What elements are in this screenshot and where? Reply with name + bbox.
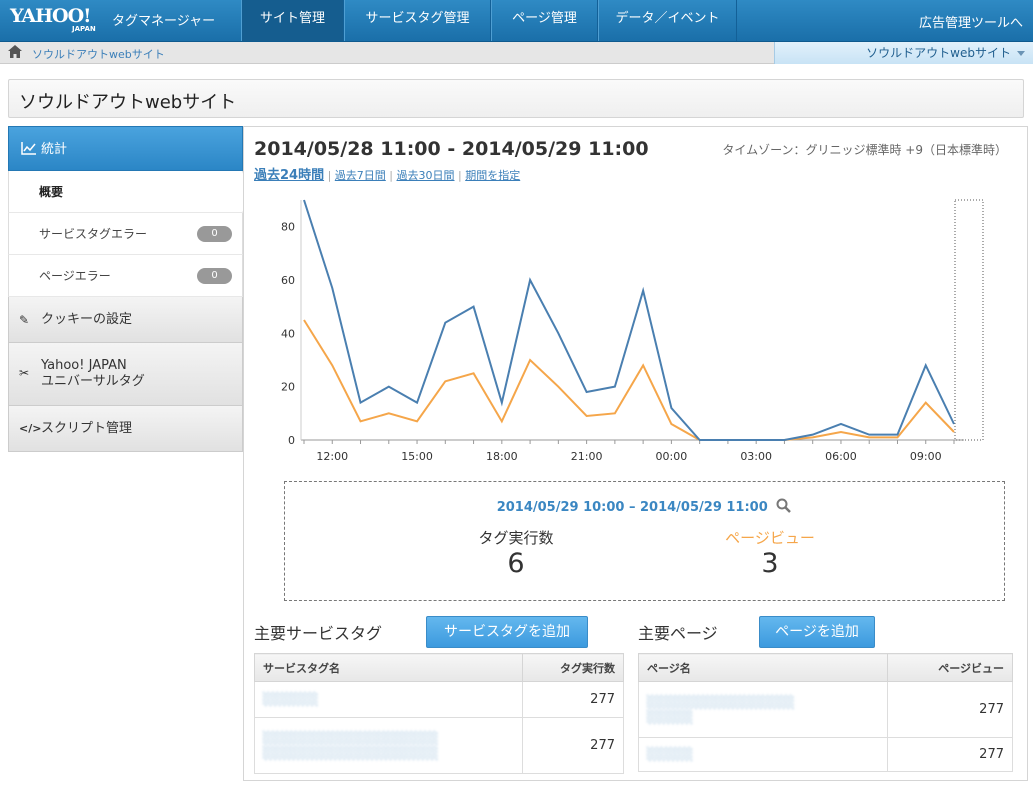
period-24h-link[interactable]: 過去24時間 (254, 168, 324, 183)
y-tick-label: 20 (281, 381, 295, 394)
product-name: タグマネージャー (112, 14, 216, 29)
sidebar-item-label: クッキーの設定 (41, 312, 133, 327)
date-range-title: 2014/05/28 11:00 - 2014/05/29 11:00 (254, 138, 649, 160)
sidebar-item-label-2: ユニバーサルタグ (41, 374, 145, 389)
x-tick-label: 03:00 (740, 450, 772, 463)
service-tags-table: サービスタグ名 タグ実行数 ░░░░░░ 277 ░░░░░░░░░░░░░░░… (253, 653, 624, 774)
scissors-icon: ✂ (19, 366, 30, 380)
site-selector-value: ソウルドアウトwebサイト (866, 46, 1011, 60)
sidebar-item-label: 統計 (41, 142, 68, 157)
logo-sub: JAPAN (72, 25, 96, 33)
x-tick-label: 00:00 (656, 450, 688, 463)
sidebar-item-page-errors[interactable]: ページエラー 0 (8, 255, 243, 297)
tag-exec-series-line (303, 199, 955, 441)
count-cell: 277 (886, 681, 1014, 738)
count-cell: 277 (522, 717, 624, 774)
hour-summary-box: 2014/05/29 10:00 – 2014/05/29 11:00 タグ実行… (284, 481, 1005, 601)
sidebar-item-label: スクリプト管理 (41, 421, 133, 436)
pencil-icon: ✎ (19, 313, 30, 327)
sidebar-item-script-management[interactable]: </> スクリプト管理 (8, 406, 243, 452)
period-custom-link[interactable]: 期間を指定 (465, 169, 520, 182)
table-row[interactable]: ░░░░░░ 277 (253, 681, 624, 718)
sidebar-item-label: Yahoo! JAPAN (41, 358, 127, 373)
table-row[interactable]: ░░░░░ 277 (638, 737, 1014, 772)
tab-site-management[interactable]: サイト管理 (241, 0, 344, 41)
summary-range: 2014/05/29 10:00 – 2014/05/29 11:00 (285, 498, 1004, 515)
column-header[interactable]: サービスタグ名 (253, 653, 524, 682)
y-tick-label: 40 (281, 327, 295, 340)
ad-tool-link[interactable]: 広告管理ツールへ (919, 12, 1023, 31)
count-cell: 277 (886, 737, 1014, 772)
sidebar-item-label: サービスタグエラー (39, 227, 148, 241)
tag-exec-label: タグ実行数 (478, 529, 554, 547)
redacted-text: ░░░░░░░░░░░░░░░░░░░ ░░░░░░░░░░░░░░░░░░░ (263, 730, 439, 760)
breadcrumb: ソウルドアウトwebサイト ソウルドアウトwebサイト (0, 42, 1033, 64)
site-selector[interactable]: ソウルドアウトwebサイト (774, 42, 1033, 64)
x-tick-label: 09:00 (910, 450, 942, 463)
page-name-cell[interactable]: ░░░░░░░░░░░░░░░░ ░░░░░ (638, 681, 888, 738)
table-row[interactable]: ░░░░░░░░░░░░░░░░░░░ ░░░░░░░░░░░░░░░░░░░ 2… (253, 717, 624, 774)
page-title: ソウルドアウトwebサイト (19, 92, 237, 113)
tag-name-cell[interactable]: ░░░░░░░░░░░░░░░░░░░ ░░░░░░░░░░░░░░░░░░░ (253, 717, 524, 774)
tag-exec-value: 6 (507, 548, 525, 579)
y-tick-label: 0 (288, 434, 295, 447)
redacted-text: ░░░░░░░░░░░░░░░░ ░░░░░ (647, 694, 795, 724)
table-row[interactable]: ░░░░░░░░░░░░░░░░ ░░░░░ 277 (638, 681, 1014, 738)
add-page-button[interactable]: ページを追加 (759, 616, 875, 648)
chart-icon (21, 142, 36, 155)
timezone-label: タイムゾーン：グリニッジ標準時 +9（日本標準時） (722, 143, 1007, 157)
sidebar-item-service-tag-errors[interactable]: サービスタグエラー 0 (8, 213, 243, 255)
column-header[interactable]: ページビュー (886, 653, 1014, 682)
pages-table: ページ名 ページビュー ░░░░░░░░░░░░░░░░ ░░░░░ 277 ░░… (638, 653, 1014, 772)
x-tick-label: 06:00 (825, 450, 857, 463)
stats-line-chart: 0 20 40 60 80 12:00 15:00 18:00 21:00 00:00 03:00 0… (281, 199, 984, 463)
count-badge: 0 (197, 268, 232, 284)
hover-highlight-box (954, 199, 984, 441)
column-header[interactable]: タグ実行数 (522, 653, 624, 682)
top-nav-bar: YAHOO! JAPAN タグマネージャー サイト管理 サービスタグ管理 ページ… (0, 0, 1033, 42)
tab-data-event[interactable]: データ／イベント (598, 0, 737, 41)
period-7d-link[interactable]: 過去7日間 (335, 169, 386, 182)
sidebar-item-stats[interactable]: 統計 (8, 126, 243, 171)
column-header[interactable]: ページ名 (638, 653, 888, 682)
x-tick-label: 21:00 (571, 450, 603, 463)
page-title-panel: ソウルドアウトwebサイト (8, 79, 1024, 118)
breadcrumb-site-link[interactable]: ソウルドアウトwebサイト (32, 46, 165, 62)
sidebar-item-overview[interactable]: 概要 (8, 171, 251, 213)
tag-name-cell[interactable]: ░░░░░░ (253, 681, 524, 718)
period-selector: 過去24時間 | 過去7日間 | 過去30日間 | 期間を指定 (254, 168, 521, 183)
sidebar-item-label: ページエラー (39, 269, 111, 283)
logo-main: YAHOO! (10, 5, 91, 27)
home-icon[interactable] (8, 45, 22, 58)
redacted-text: ░░░░░ (647, 747, 694, 761)
pageview-value: 3 (761, 548, 779, 579)
yahoo-logo[interactable]: YAHOO! JAPAN タグマネージャー (10, 5, 215, 33)
sidebar-item-cookie-settings[interactable]: ✎ クッキーの設定 (8, 297, 243, 343)
y-tick-label: 60 (281, 274, 295, 287)
stats-panel: 2014/05/28 11:00 - 2014/05/29 11:00 タイムゾ… (243, 126, 1028, 781)
count-cell: 277 (522, 681, 624, 718)
summary-range-text: 2014/05/29 10:00 – 2014/05/29 11:00 (496, 500, 768, 515)
code-icon: </> (19, 422, 42, 435)
count-badge: 0 (197, 226, 232, 242)
tab-page-management[interactable]: ページ管理 (491, 0, 598, 41)
x-tick-label: 12:00 (316, 450, 348, 463)
tab-service-tag-management[interactable]: サービスタグ管理 (344, 0, 491, 41)
period-30d-link[interactable]: 過去30日間 (397, 169, 455, 182)
pages-title: 主要ページ (638, 624, 718, 643)
page-name-cell[interactable]: ░░░░░ (638, 737, 888, 772)
pageview-label: ページビュー (725, 529, 815, 547)
sidebar-item-universal-tag[interactable]: ✂ Yahoo! JAPAN ユニバーサルタグ (8, 343, 243, 406)
redacted-text: ░░░░░░ (263, 692, 319, 706)
service-tags-title: 主要サービスタグ (254, 624, 383, 643)
sidebar-item-label: 概要 (39, 185, 64, 199)
chevron-down-icon (1017, 51, 1025, 56)
y-tick-label: 80 (281, 221, 295, 234)
magnifier-icon[interactable] (776, 498, 792, 514)
x-tick-label: 18:00 (486, 450, 518, 463)
x-tick-label: 15:00 (401, 450, 433, 463)
sidebar: 統計 概要 サービスタグエラー 0 ページエラー 0 ✎ クッキーの設定 ✂ Y… (8, 126, 251, 452)
add-service-tag-button[interactable]: サービスタグを追加 (426, 616, 588, 648)
